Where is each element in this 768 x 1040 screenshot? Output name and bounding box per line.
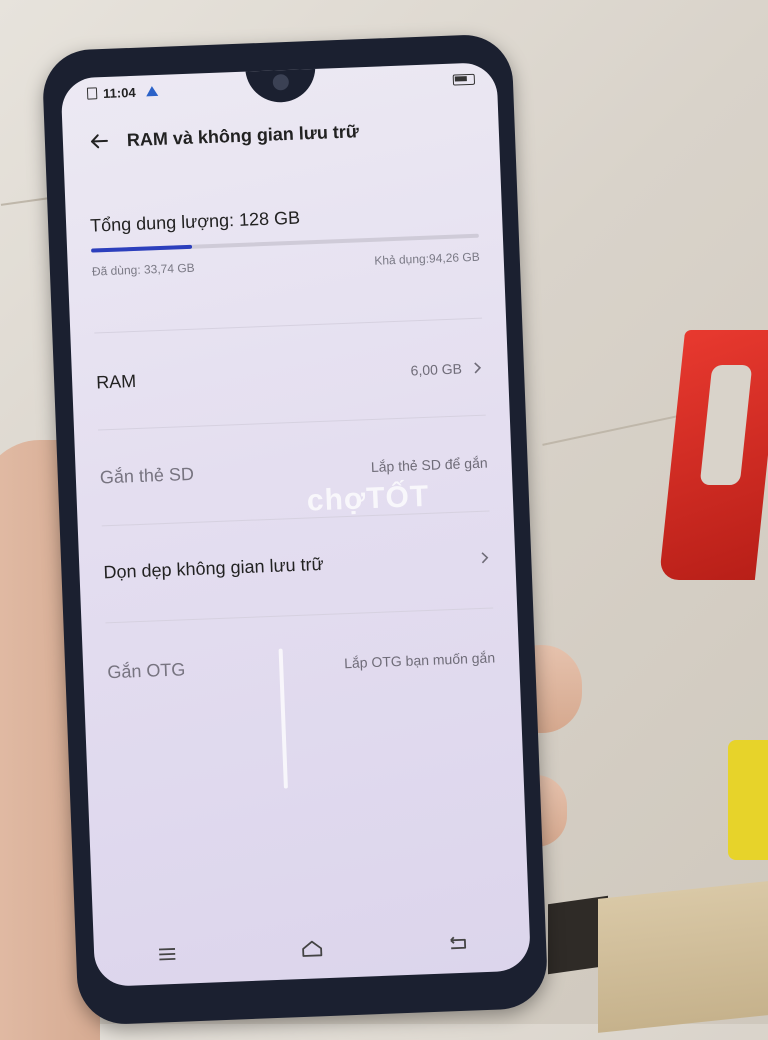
setting-label: Gắn thẻ SD <box>99 463 195 487</box>
setting-storage-cleanup[interactable]: Dọn dẹp không gian lưu trữ <box>103 533 493 598</box>
yellow-object <box>728 740 768 860</box>
setting-value: Lắp thẻ SD để gắn <box>370 454 488 476</box>
storage-detail-row: Đã dùng: 33,74 GB Khả dụng:94,26 GB <box>92 250 480 279</box>
navigation-bar <box>93 920 530 977</box>
available-storage-label: Khả dụng:94,26 GB <box>374 249 480 268</box>
cardboard-box <box>598 881 768 1033</box>
alert-icon <box>145 85 158 97</box>
divider <box>98 414 486 431</box>
storage-progress-bar <box>91 233 479 253</box>
menu-icon[interactable] <box>154 942 179 967</box>
back-arrow-icon[interactable] <box>86 129 111 154</box>
setting-mount-otg[interactable]: Gắn OTG Lắp OTG bạn muốn gắn <box>106 632 496 697</box>
storage-progress-fill <box>91 244 193 253</box>
setting-mount-sd[interactable]: Gắn thẻ SD Lắp thẻ SD để gắn <box>99 438 489 503</box>
page-header: RAM và không gian lưu trữ <box>86 109 479 160</box>
setting-label: Dọn dẹp không gian lưu trữ <box>103 553 324 582</box>
setting-ram[interactable]: RAM 6,00 GB <box>95 343 485 408</box>
battery-icon <box>452 73 476 86</box>
chevron-right-icon <box>474 362 482 374</box>
divider <box>101 510 490 527</box>
setting-label: Gắn OTG <box>106 658 186 682</box>
home-icon[interactable] <box>300 936 325 961</box>
setting-label: RAM <box>95 370 137 393</box>
chevron-right-icon <box>481 552 489 564</box>
divider <box>105 607 494 624</box>
status-time: 11:04 <box>102 84 136 101</box>
phone: 11:04 RAM và không gian lưu trữ Tổng dun… <box>41 33 549 1026</box>
divider <box>94 317 483 334</box>
storage-summary: Tổng dung lượng: 128 GB Đã dùng: 33,74 G… <box>90 201 480 279</box>
setting-value: Lắp OTG bạn muốn gắn <box>343 649 496 672</box>
page-title: RAM và không gian lưu trữ <box>126 120 360 150</box>
phone-screen: 11:04 RAM và không gian lưu trữ Tổng dun… <box>60 61 532 987</box>
back-icon[interactable] <box>445 931 470 956</box>
used-storage-label: Đã dùng: 33,74 GB <box>91 260 195 279</box>
sim-icon <box>86 87 98 100</box>
setting-value: 6,00 GB <box>410 360 463 379</box>
watermark: chợTỐT <box>306 479 430 518</box>
total-storage-label: Tổng dung lượng: 128 GB <box>89 207 301 236</box>
